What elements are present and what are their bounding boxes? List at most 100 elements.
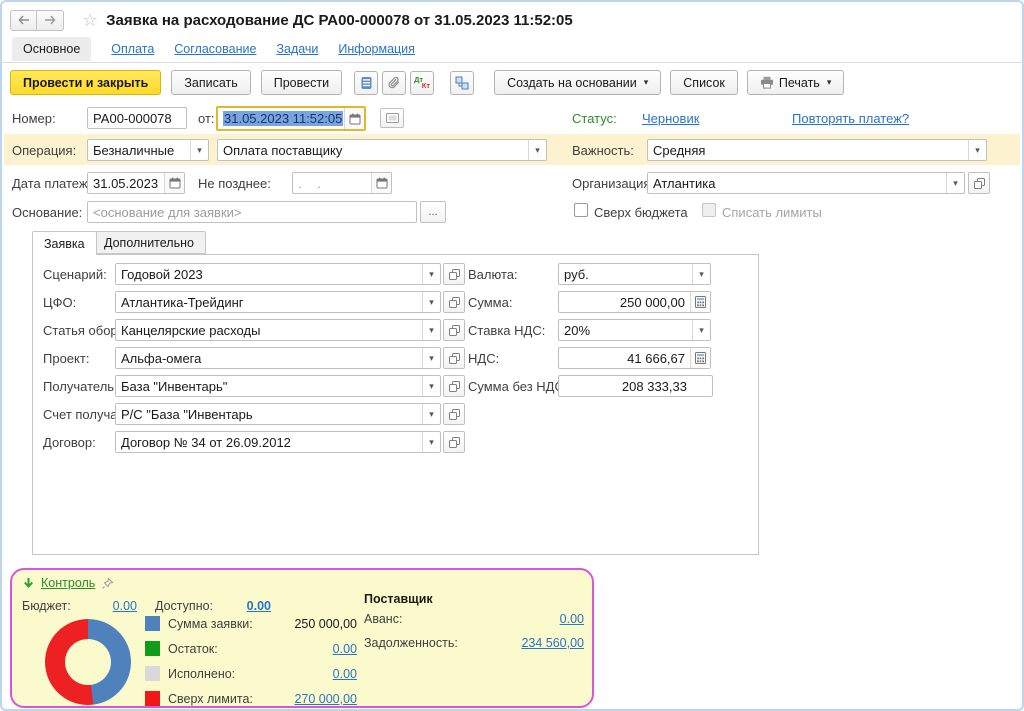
pin-icon[interactable] (101, 577, 114, 590)
arrow-right-icon (44, 15, 56, 25)
tab-additional[interactable]: Дополнительно (92, 231, 206, 254)
turnover-item-value: Канцелярские расходы (116, 323, 422, 338)
chevron-down-icon[interactable]: ▾ (422, 432, 440, 452)
datetime-field[interactable]: 31.05.2023 11:52:05 (216, 106, 366, 131)
vat-label: НДС: (468, 351, 499, 366)
amount-label: Сумма: (468, 295, 512, 310)
repeat-payment-link[interactable]: Повторять платеж? (792, 111, 909, 126)
chevron-down-icon[interactable]: ▾ (190, 140, 208, 160)
chevron-down-icon[interactable]: ▾ (422, 292, 440, 312)
turnover-item-select[interactable]: Канцелярские расходы▾ (115, 319, 441, 341)
vat-field[interactable]: 41 666,67 (558, 347, 711, 369)
datetime-value: 31.05.2023 11:52:05 (223, 111, 343, 126)
basis-more-button[interactable]: ... (420, 201, 446, 223)
currency-select[interactable]: руб.▾ (558, 263, 711, 285)
open-contract-icon-button[interactable] (443, 431, 465, 453)
chevron-down-icon[interactable]: ▾ (422, 404, 440, 424)
tab-request[interactable]: Заявка (32, 231, 97, 255)
scenario-value: Годовой 2023 (116, 267, 422, 282)
chevron-down-icon[interactable]: ▾ (422, 376, 440, 396)
available-value-link[interactable]: 0.00 (192, 599, 271, 613)
legend-value-2[interactable]: 0.00 (247, 667, 357, 681)
chevron-down-icon[interactable]: ▾ (528, 140, 546, 160)
open-recipient-account-icon-button[interactable] (443, 403, 465, 425)
number-field[interactable]: РА00-000078 (87, 107, 187, 129)
chevron-down-icon[interactable]: ▾ (968, 140, 986, 160)
chevron-down-icon[interactable]: ▾ (692, 320, 710, 340)
open-link-icon (449, 353, 460, 364)
organization-select[interactable]: Атлантика ▾ (647, 172, 965, 194)
legend-value-3[interactable]: 270 000,00 (247, 692, 357, 706)
operation-select[interactable]: Оплата поставщику ▾ (217, 139, 547, 161)
scenario-label: Сценарий: (43, 267, 107, 282)
cfo-select[interactable]: Атлантика-Трейдинг▾ (115, 291, 441, 313)
create-based-on-button[interactable]: Создать на основании ▾ (494, 70, 661, 95)
control-link[interactable]: Контроль (41, 576, 95, 590)
contract-select[interactable]: Договор № 34 от 26.09.2012▾ (115, 431, 441, 453)
calculator-icon[interactable] (690, 292, 710, 312)
advance-value-link[interactable]: 0.00 (442, 612, 584, 626)
calendar-icon[interactable] (371, 173, 391, 193)
scenario-select[interactable]: Годовой 2023▾ (115, 263, 441, 285)
open-recipient-icon-button[interactable] (443, 375, 465, 397)
chevron-down-icon[interactable]: ▾ (946, 173, 964, 193)
tab-main[interactable]: Основное (12, 37, 91, 61)
recipient-account-value: Р/С "База "Инвентарь (116, 407, 422, 422)
forward-button[interactable] (37, 10, 64, 31)
contract-label: Договор: (43, 435, 96, 450)
project-select[interactable]: Альфа-омега▾ (115, 347, 441, 369)
recipient-select[interactable]: База "Инвентарь"▾ (115, 375, 441, 397)
post-button[interactable]: Провести (261, 70, 342, 95)
budget-value-link[interactable]: 0.00 (52, 599, 137, 613)
status-link[interactable]: Черновик (642, 111, 699, 126)
tab-payment[interactable]: Оплата (111, 42, 154, 56)
status-label: Статус: (572, 111, 617, 126)
project-value: Альфа-омега (116, 351, 422, 366)
open-window-icon-button[interactable] (380, 108, 404, 128)
attachments-icon[interactable] (382, 71, 406, 95)
over-budget-checkbox[interactable] (574, 203, 588, 217)
write-button[interactable]: Записать (171, 70, 250, 95)
back-button[interactable] (10, 10, 37, 31)
debit-credit-icon[interactable]: Дт Кт (410, 71, 434, 95)
app-window: ☆ Заявка на расходование ДС РА00-000078 … (0, 0, 1024, 711)
not-later-field[interactable]: . . (292, 172, 392, 194)
chevron-down-icon[interactable]: ▾ (422, 320, 440, 340)
register-records-icon[interactable] (354, 71, 378, 95)
open-scenario-icon-button[interactable] (443, 263, 465, 285)
tab-approval[interactable]: Согласование (174, 42, 256, 56)
calendar-icon[interactable] (164, 173, 184, 193)
calculator-icon[interactable] (690, 348, 710, 368)
related-documents-icon[interactable] (450, 71, 474, 95)
payment-date-field[interactable]: 31.05.2023 (87, 172, 185, 194)
legend-value-1[interactable]: 0.00 (247, 642, 357, 656)
tab-tasks[interactable]: Задачи (276, 42, 318, 56)
titlebar: ☆ Заявка на расходование ДС РА00-000078 … (2, 2, 1022, 36)
open-turnover-item-icon-button[interactable] (443, 319, 465, 341)
post-and-close-button[interactable]: Провести и закрыть (10, 70, 161, 95)
print-button[interactable]: Печать ▾ (747, 70, 844, 95)
amount-no-vat-field[interactable]: 208 333,33 (558, 375, 713, 397)
favorite-star-icon[interactable]: ☆ (82, 10, 98, 31)
chevron-down-icon[interactable]: ▾ (422, 264, 440, 284)
number-value: РА00-000078 (88, 111, 186, 126)
importance-value: Средняя (648, 143, 968, 158)
vat-rate-select[interactable]: 20%▾ (558, 319, 711, 341)
chevron-down-icon[interactable]: ▾ (692, 264, 710, 284)
list-button[interactable]: Список (670, 70, 738, 95)
operation-type-select[interactable]: Безналичные ▾ (87, 139, 209, 161)
chevron-down-icon[interactable]: ▾ (422, 348, 440, 368)
chevron-down-icon: ▾ (644, 77, 649, 88)
open-organization-icon-button[interactable] (968, 172, 990, 194)
credit-label: Кт (422, 82, 430, 90)
amount-field[interactable]: 250 000,00 (558, 291, 711, 313)
calendar-icon[interactable] (344, 108, 364, 129)
basis-field[interactable] (87, 201, 417, 223)
open-project-icon-button[interactable] (443, 347, 465, 369)
open-cfo-icon-button[interactable] (443, 291, 465, 313)
tab-information[interactable]: Информация (338, 42, 415, 56)
basis-input[interactable] (88, 205, 416, 220)
recipient-account-select[interactable]: Р/С "База "Инвентарь▾ (115, 403, 441, 425)
importance-select[interactable]: Средняя ▾ (647, 139, 987, 161)
debt-value-link[interactable]: 234 560,00 (442, 636, 584, 650)
